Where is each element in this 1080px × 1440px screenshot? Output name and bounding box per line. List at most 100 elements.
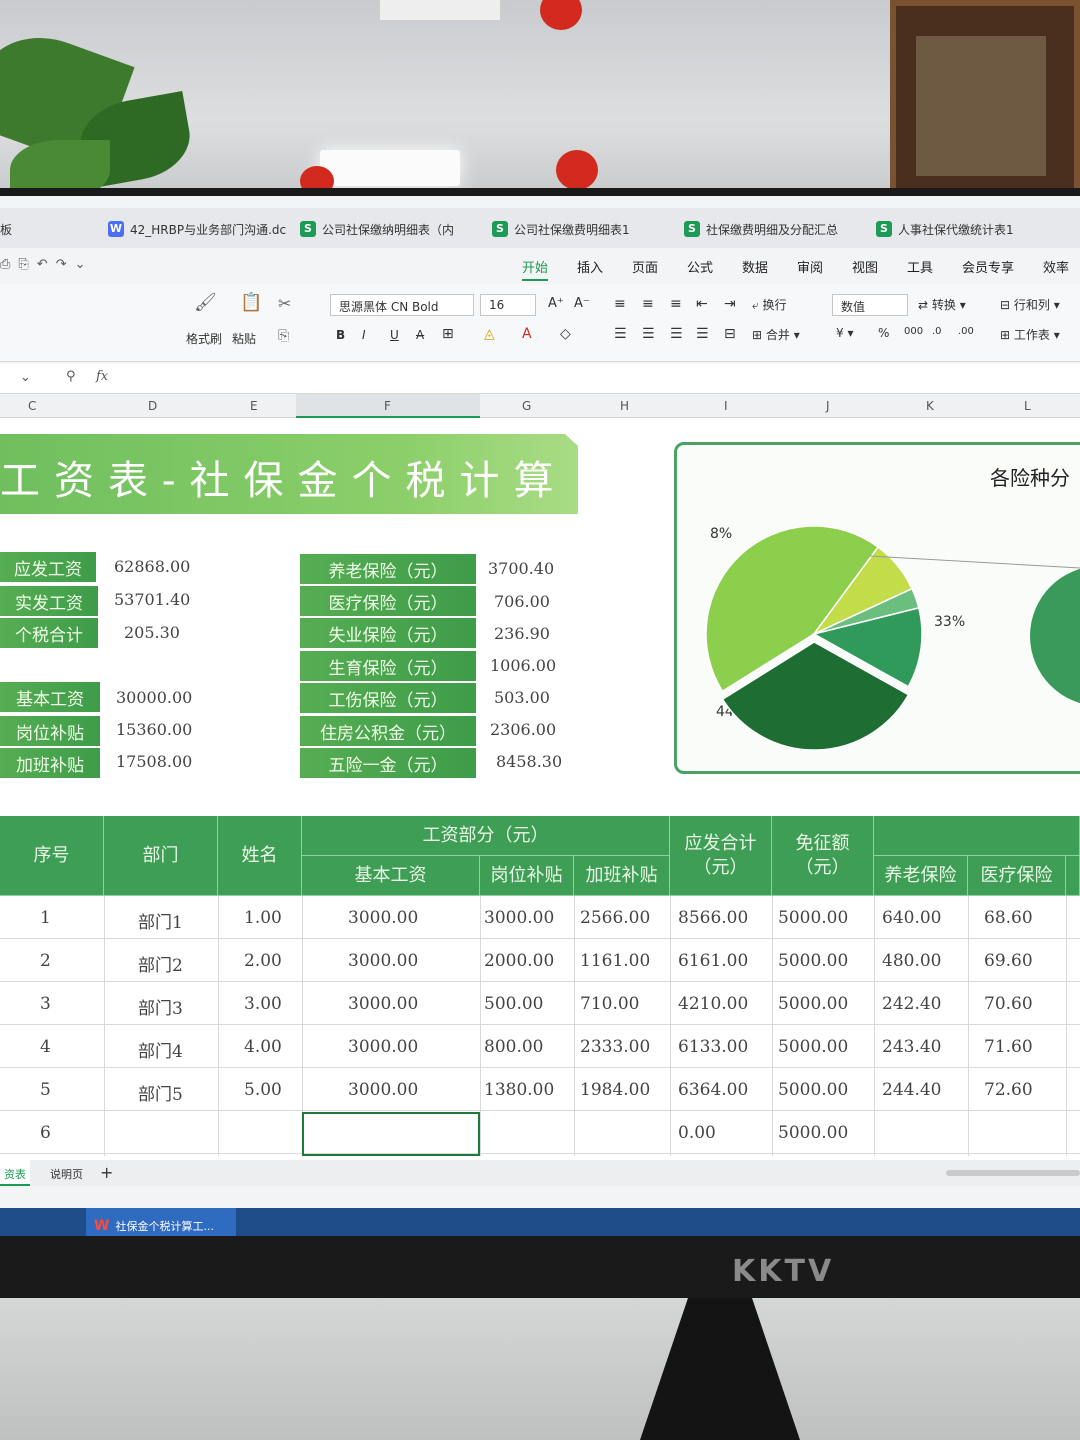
cell-overtime[interactable]: 1161.00 [580, 951, 650, 971]
increase-decimal-icon[interactable]: .0 [932, 326, 942, 337]
add-sheet-icon[interactable]: + [100, 1163, 113, 1182]
cell-exempt[interactable]: 5000.00 [778, 1123, 848, 1143]
menu-home[interactable]: 开始 [522, 257, 549, 281]
cell-name[interactable]: 1.00 [244, 908, 282, 928]
cell-dept[interactable]: 部门3 [138, 994, 183, 1019]
font-shrink-icon[interactable]: A⁻ [574, 296, 590, 311]
cell-overtime[interactable]: 2566.00 [580, 908, 650, 928]
cell-overtime[interactable]: 1984.00 [580, 1080, 650, 1100]
column-header[interactable]: F [384, 399, 391, 413]
worksheet-button[interactable]: ⊞ 工作表 ▾ [1000, 326, 1060, 343]
name-box-dropdown[interactable]: ⌄ [20, 370, 31, 385]
cell-basic[interactable]: 3000.00 [348, 994, 418, 1014]
align-center-icon[interactable]: ☰ [642, 326, 655, 342]
cell-name[interactable]: 4.00 [244, 1037, 282, 1057]
clear-format-icon[interactable]: ◇ [560, 326, 571, 342]
justify-icon[interactable]: ☰ [696, 326, 709, 342]
menu-formula[interactable]: 公式 [687, 257, 713, 276]
menu-data[interactable]: 数据 [742, 257, 768, 276]
cell-dept[interactable]: 部门2 [138, 951, 183, 976]
cell-pension[interactable]: 242.40 [882, 994, 941, 1014]
cell-overtime[interactable]: 2333.00 [580, 1037, 650, 1057]
cell-medical[interactable]: 69.60 [984, 951, 1033, 971]
wrap-text-button[interactable]: ⤶ 换行 [752, 296, 787, 313]
selected-cell[interactable] [302, 1112, 480, 1156]
cell-gross[interactable]: 0.00 [678, 1123, 716, 1143]
summary-value[interactable]: 17508.00 [116, 752, 192, 771]
summary-value[interactable]: 15360.00 [116, 720, 192, 739]
font-name-select[interactable]: 思源黑体 CN Bold [330, 294, 474, 316]
summary-value[interactable]: 205.30 [124, 623, 180, 642]
distribute-icon[interactable]: ⊟ [724, 326, 736, 342]
bold-icon[interactable]: B [336, 328, 345, 342]
paste-icon[interactable]: 📋 [240, 292, 262, 313]
column-header[interactable]: D [148, 399, 157, 413]
doc-tab-5[interactable]: S 人事社保代缴统计表1 [876, 218, 1014, 240]
insurance-value[interactable]: 3700.40 [488, 559, 554, 578]
cell-medical[interactable]: 70.60 [984, 994, 1033, 1014]
menu-review[interactable]: 审阅 [797, 257, 823, 276]
align-bottom-icon[interactable]: ≡ [670, 296, 682, 312]
cell-gross[interactable]: 6161.00 [678, 951, 748, 971]
cell-post[interactable]: 3000.00 [484, 908, 554, 928]
cell-basic[interactable]: 3000.00 [348, 908, 418, 928]
cell-post[interactable]: 2000.00 [484, 951, 554, 971]
table-row[interactable]: 2 部门2 2.00 3000.00 2000.00 1161.00 6161.00 5000… [0, 939, 1080, 982]
table-row[interactable]: 4 部门4 4.00 3000.00 800.00 2333.00 6133.00 5000.… [0, 1025, 1080, 1068]
format-brush-label[interactable]: 格式刷 [186, 330, 222, 347]
number-format-select[interactable]: 数值 [832, 294, 908, 316]
cell-exempt[interactable]: 5000.00 [778, 994, 848, 1014]
quick-access-icons[interactable]: ⎙⎘↶↷⌄ [0, 257, 93, 272]
column-header[interactable]: E [250, 399, 258, 413]
doc-tab-2[interactable]: S 公司社保缴纳明细表（内 [300, 218, 454, 240]
thousands-icon[interactable]: 000 [904, 326, 923, 337]
doc-tab-4[interactable]: S 社保缴费明细及分配汇总 [684, 218, 838, 240]
cell-gross[interactable]: 8566.00 [678, 908, 748, 928]
secondary-pie[interactable] [1030, 566, 1080, 706]
cell-exempt[interactable]: 5000.00 [778, 951, 848, 971]
cell-gross[interactable]: 4210.00 [678, 994, 748, 1014]
menu-view[interactable]: 视图 [852, 257, 878, 276]
cell-exempt[interactable]: 5000.00 [778, 908, 848, 928]
decrease-decimal-icon[interactable]: .00 [958, 326, 974, 337]
currency-icon[interactable]: ¥ ▾ [836, 326, 853, 340]
percent-icon[interactable]: % [878, 326, 889, 340]
cell-medical[interactable]: 68.60 [984, 908, 1033, 928]
menu-page[interactable]: 页面 [632, 257, 658, 276]
column-header[interactable]: J [826, 399, 830, 413]
cut-icon[interactable]: ✂ [278, 294, 291, 313]
menu-insert[interactable]: 插入 [577, 257, 603, 276]
cell-dept[interactable]: 部门4 [138, 1037, 183, 1062]
convert-button[interactable]: ⇄ 转换 ▾ [918, 296, 966, 313]
cell-seq[interactable]: 6 [40, 1123, 51, 1143]
cell-pension[interactable]: 243.40 [882, 1037, 941, 1057]
fx-icon[interactable]: fx [96, 369, 108, 384]
cell-pension[interactable]: 244.40 [882, 1080, 941, 1100]
table-row[interactable]: 5 部门5 5.00 3000.00 1380.00 1984.00 6364.00 5000… [0, 1068, 1080, 1111]
cell-seq[interactable]: 4 [40, 1037, 51, 1057]
align-right-icon[interactable]: ☰ [670, 326, 683, 342]
doc-tab-3[interactable]: S 公司社保缴费明细表1 [492, 218, 630, 240]
border-icon[interactable]: ⊞ [442, 326, 454, 342]
sheet-tab-active[interactable]: 资表 [0, 1160, 30, 1186]
cell-post[interactable]: 1380.00 [484, 1080, 554, 1100]
align-top-icon[interactable]: ≡ [614, 296, 626, 312]
insurance-value[interactable]: 503.00 [494, 688, 550, 707]
cell-basic[interactable]: 3000.00 [348, 951, 418, 971]
cell-dept[interactable]: 部门1 [138, 908, 183, 933]
cell-name[interactable]: 2.00 [244, 951, 282, 971]
column-header[interactable]: L [1024, 399, 1031, 413]
table-row[interactable]: 1 部门1 1.00 3000.00 3000.00 2566.00 8566.00 5000… [0, 896, 1080, 939]
cell-medical[interactable]: 71.60 [984, 1037, 1033, 1057]
taskbar-app[interactable]: W 社保金个税计算工... [86, 1208, 236, 1236]
cell-medical[interactable]: 72.60 [984, 1080, 1033, 1100]
table-row[interactable]: 6 0.00 5000.00 [0, 1111, 1080, 1154]
horizontal-scrollbar[interactable] [946, 1170, 1080, 1176]
indent-increase-icon[interactable]: ⇥ [724, 296, 736, 312]
cell-name[interactable]: 3.00 [244, 994, 282, 1014]
cell-basic[interactable]: 3000.00 [348, 1037, 418, 1057]
cell-seq[interactable]: 1 [40, 908, 51, 928]
cell-basic[interactable]: 3000.00 [348, 1080, 418, 1100]
insurance-value[interactable]: 8458.30 [496, 752, 562, 771]
cell-gross[interactable]: 6133.00 [678, 1037, 748, 1057]
